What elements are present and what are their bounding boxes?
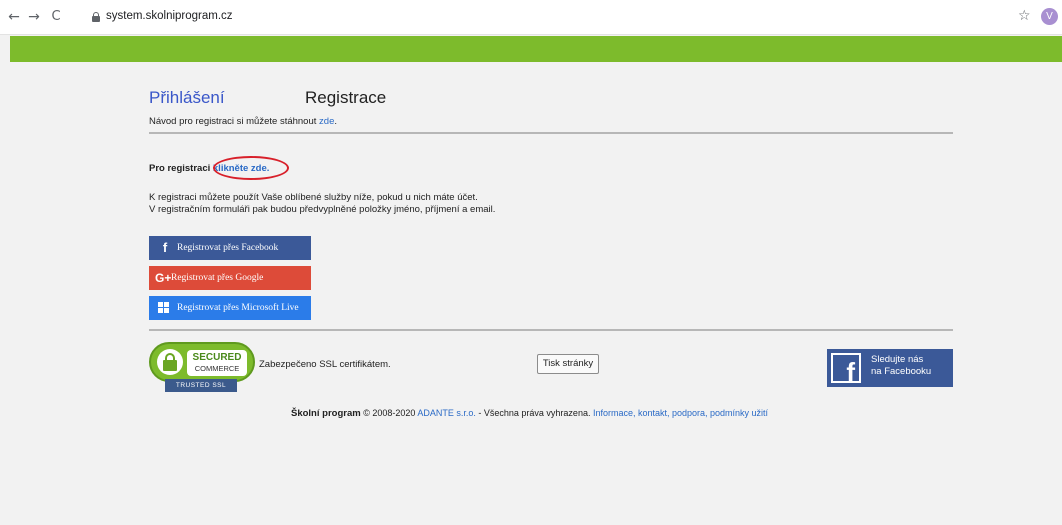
info-line-2: V registračním formuláři pak budou předv… — [149, 204, 496, 215]
register-microsoft-button[interactable]: Registrovat přes Microsoft Live — [149, 296, 311, 320]
register-google-label: Registrovat přes Google — [171, 273, 264, 283]
guide-download-link[interactable]: zde — [319, 116, 334, 127]
browser-toolbar: ← → C system.skolniprogram.cz ☆ V — [0, 0, 1062, 35]
facebook-logo-icon: f — [831, 353, 861, 387]
url-text[interactable]: system.skolniprogram.cz — [106, 10, 233, 22]
windows-logo-icon — [158, 302, 170, 314]
ssl-trusted-label: TRUSTED SSL — [165, 379, 237, 392]
footer-company-link[interactable]: ADANTE s.r.o. — [417, 408, 476, 418]
ssl-badge-line2: COMMERCE — [194, 364, 240, 373]
ssl-badge-pill: SECURED COMMERCE — [149, 342, 255, 382]
google-plus-icon: G+ — [155, 271, 172, 285]
facebook-follow-line2: na Facebooku — [871, 366, 932, 377]
address-bar[interactable]: system.skolniprogram.cz — [78, 5, 1013, 29]
bookmark-star-icon[interactable]: ☆ — [1018, 8, 1031, 24]
reload-icon[interactable]: C — [48, 9, 64, 25]
ssl-badge-text: SECURED COMMERCE — [187, 350, 247, 376]
footer-rights: - Všechna práva vyhrazena. — [475, 408, 593, 418]
divider — [149, 329, 953, 331]
footer-info-links[interactable]: Informace, kontakt, podpora, podmínky už… — [593, 408, 768, 418]
footer: Školní program © 2008-2020 ADANTE s.r.o.… — [291, 408, 768, 419]
padlock-icon — [157, 349, 183, 375]
guide-text: Návod pro registraci si můžete stáhnout … — [149, 116, 337, 127]
ssl-caption: Zabezpečeno SSL certifikátem. — [259, 359, 391, 370]
main-content: Přihlášení Registrace Návod pro registra… — [10, 62, 1062, 525]
lock-icon[interactable] — [92, 12, 100, 22]
guide-label: Návod pro registraci si můžete stáhnout — [149, 116, 320, 127]
footer-copyright: © 2008-2020 — [360, 408, 418, 418]
ssl-badge-line1: SECURED — [192, 352, 242, 363]
ssl-badge[interactable]: SECURED COMMERCE TRUSTED SSL — [149, 342, 255, 394]
red-circle-annotation — [213, 156, 289, 180]
footer-brand: Školní program — [291, 408, 361, 419]
forward-arrow-icon[interactable]: → — [26, 9, 42, 25]
facebook-icon: f — [162, 240, 168, 255]
register-google-button[interactable]: G+ Registrovat přes Google — [149, 266, 311, 290]
header-bar — [10, 36, 1062, 62]
divider — [149, 132, 953, 134]
print-page-button[interactable]: Tisk stránky — [537, 354, 599, 374]
facebook-follow-text: Sledujte nás na Facebooku — [871, 354, 931, 378]
facebook-follow-line1: Sledujte nás — [871, 354, 924, 365]
profile-avatar[interactable]: V — [1041, 8, 1058, 25]
tab-login[interactable]: Přihlášení — [149, 88, 225, 108]
register-microsoft-label: Registrovat přes Microsoft Live — [177, 303, 299, 313]
guide-suffix: . — [334, 116, 337, 127]
register-facebook-button[interactable]: f Registrovat přes Facebook — [149, 236, 311, 260]
facebook-follow-banner[interactable]: f Sledujte nás na Facebooku — [827, 349, 953, 387]
back-arrow-icon[interactable]: ← — [6, 9, 22, 25]
info-line-1: K registraci můžete použít Vaše oblíbené… — [149, 192, 478, 203]
tab-register: Registrace — [305, 88, 387, 107]
registration-prefix: Pro registraci — [149, 163, 213, 174]
register-facebook-label: Registrovat přes Facebook — [177, 243, 279, 253]
facebook-logo-letter: f — [831, 353, 861, 387]
